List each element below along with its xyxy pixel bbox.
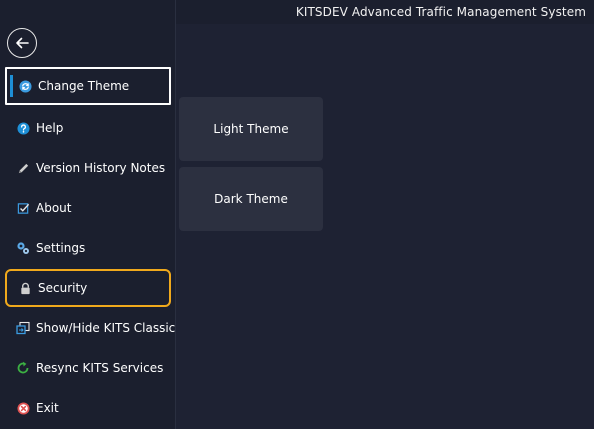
resync-icon <box>16 361 30 375</box>
pencil-icon <box>16 161 30 175</box>
menu-item-label: Settings <box>36 241 86 255</box>
menu-item-exit[interactable]: Exit <box>5 389 171 427</box>
menu-item-label: Security <box>38 281 88 295</box>
menu-item-label: Help <box>36 121 64 135</box>
menu-item-label: Show/Hide KITS Classic <box>36 321 176 335</box>
menu-item-label: About <box>36 201 72 215</box>
menu-item-label: Exit <box>36 401 59 415</box>
menu-item-about[interactable]: About <box>5 189 171 227</box>
question-circle-icon <box>16 121 30 135</box>
light-theme-button[interactable]: Light Theme <box>179 97 323 161</box>
sidebar: Change Theme Help Version History Notes … <box>0 0 176 429</box>
window-toggle-icon <box>16 321 30 335</box>
menu-item-label: Change Theme <box>38 79 130 93</box>
menu-item-label: Resync KITS Services <box>36 361 164 375</box>
menu-item-settings[interactable]: Settings <box>5 229 171 267</box>
menu-item-resync-kits-services[interactable]: Resync KITS Services <box>5 349 171 387</box>
back-button[interactable] <box>7 28 37 58</box>
menu-item-security[interactable]: Security <box>5 269 171 307</box>
dark-theme-button[interactable]: Dark Theme <box>179 167 323 231</box>
light-theme-label: Light Theme <box>213 122 289 136</box>
app-title: KITSDEV Advanced Traffic Management Syst… <box>295 5 586 19</box>
menu-item-label: Version History Notes <box>36 161 166 175</box>
selection-accent-bar <box>10 75 13 97</box>
menu-item-version-history-notes[interactable]: Version History Notes <box>5 149 171 187</box>
menu-item-change-theme[interactable]: Change Theme <box>5 67 171 105</box>
app-window: Change Theme Help Version History Notes … <box>0 0 594 429</box>
close-circle-icon <box>16 401 30 415</box>
arrow-left-icon <box>16 37 29 49</box>
lock-icon <box>18 281 32 295</box>
title-bar: KITSDEV Advanced Traffic Management Syst… <box>176 0 594 24</box>
menu-item-help[interactable]: Help <box>5 109 171 147</box>
dark-theme-label: Dark Theme <box>214 192 288 206</box>
gears-icon <box>16 241 30 255</box>
refresh-icon <box>18 79 32 93</box>
menu-item-show-hide-kits-classic[interactable]: Show/Hide KITS Classic <box>5 309 175 347</box>
checkbox-icon <box>16 201 30 215</box>
